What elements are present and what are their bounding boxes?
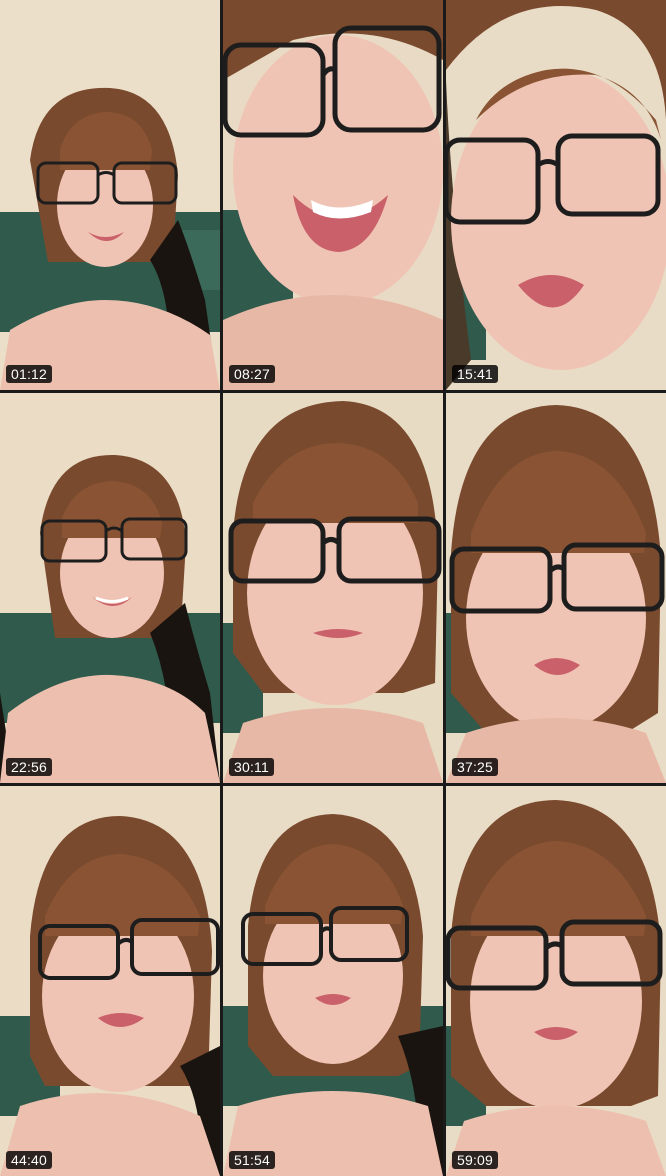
thumbnail-grid: 01:12 08:27 15:41 22:56 30:11 37:25 44:4… bbox=[0, 0, 666, 1176]
video-thumbnail[interactable]: 30:11 bbox=[223, 393, 443, 783]
thumbnail-image bbox=[0, 393, 220, 783]
thumbnail-image bbox=[446, 0, 666, 390]
timestamp-badge: 08:27 bbox=[229, 365, 276, 383]
video-thumbnail[interactable]: 22:56 bbox=[0, 393, 220, 783]
thumbnail-image bbox=[223, 393, 443, 783]
thumbnail-image bbox=[0, 786, 220, 1176]
video-thumbnail[interactable]: 01:12 bbox=[0, 0, 220, 390]
thumbnail-image bbox=[223, 0, 443, 390]
timestamp-badge: 01:12 bbox=[6, 365, 53, 383]
video-thumbnail[interactable]: 37:25 bbox=[446, 393, 666, 783]
thumbnail-image bbox=[223, 786, 443, 1176]
timestamp-badge: 59:09 bbox=[452, 1151, 499, 1169]
timestamp-badge: 15:41 bbox=[452, 365, 499, 383]
timestamp-badge: 37:25 bbox=[452, 758, 499, 776]
timestamp-badge: 30:11 bbox=[229, 758, 274, 776]
thumbnail-image bbox=[0, 0, 220, 390]
thumbnail-image bbox=[446, 786, 666, 1176]
video-thumbnail[interactable]: 51:54 bbox=[223, 786, 443, 1176]
video-thumbnail[interactable]: 08:27 bbox=[223, 0, 443, 390]
video-thumbnail[interactable]: 59:09 bbox=[446, 786, 666, 1176]
video-thumbnail[interactable]: 15:41 bbox=[446, 0, 666, 390]
timestamp-badge: 44:40 bbox=[6, 1151, 53, 1169]
timestamp-badge: 51:54 bbox=[229, 1151, 276, 1169]
video-thumbnail[interactable]: 44:40 bbox=[0, 786, 220, 1176]
thumbnail-image bbox=[446, 393, 666, 783]
timestamp-badge: 22:56 bbox=[6, 758, 53, 776]
